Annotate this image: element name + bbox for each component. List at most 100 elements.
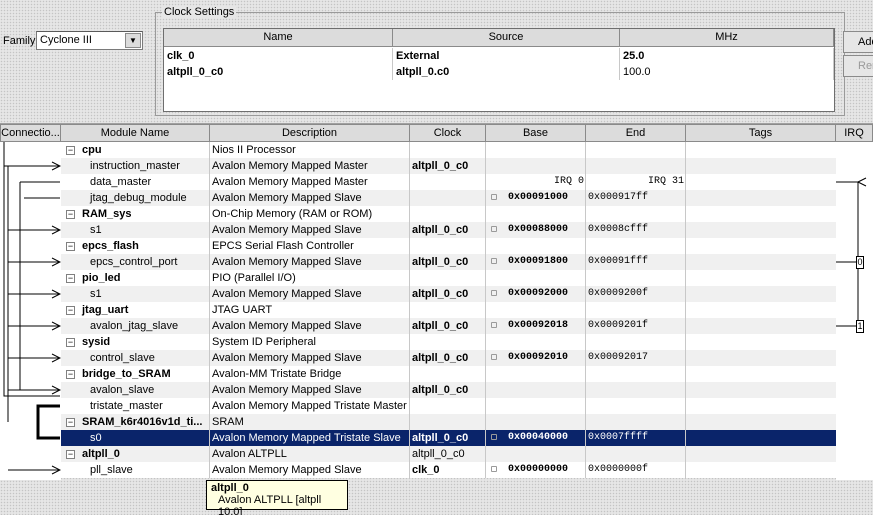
col-irq[interactable]: IRQ: [836, 124, 873, 142]
clock-col-source[interactable]: Source: [393, 29, 620, 47]
clock-row-mhz[interactable]: 25.0: [620, 48, 834, 64]
collapse-icon[interactable]: −: [66, 146, 75, 155]
interface-row[interactable]: avalon_slave Avalon Memory Mapped Slave al…: [61, 382, 836, 398]
base-cell: 0x00040000: [508, 432, 569, 443]
column-divider: [409, 190, 410, 206]
column-divider: [585, 222, 586, 238]
clock-col-mhz[interactable]: MHz: [620, 29, 834, 47]
clock-row-name[interactable]: clk_0: [164, 48, 393, 64]
collapse-icon[interactable]: −: [66, 338, 75, 347]
end-cell: 0x000917ff: [588, 192, 649, 203]
family-label: Family:: [3, 35, 39, 47]
clock-row-name[interactable]: altpll_0_c0: [164, 64, 393, 80]
interface-name-cell: tristate_master: [90, 400, 163, 412]
end-cell: [586, 398, 686, 414]
interface-name-cell: s1: [90, 224, 102, 236]
interface-row[interactable]: pll_slave Avalon Memory Mapped Slave clk_0…: [61, 462, 836, 478]
collapse-icon[interactable]: −: [66, 210, 75, 219]
column-divider: [209, 414, 210, 430]
interface-row[interactable]: data_master Avalon Memory Mapped Master IR…: [61, 174, 836, 190]
col-base[interactable]: Base: [486, 124, 586, 142]
module-row[interactable]: − epcs_flash EPCS Serial Flash Controller: [61, 238, 836, 254]
interface-row[interactable]: jtag_debug_module Avalon Memory Mapped Sl…: [61, 190, 836, 206]
column-divider: [685, 270, 686, 286]
clock-cell: altpll_0_c0: [412, 432, 469, 444]
lock-icon[interactable]: [491, 434, 497, 440]
column-divider: [209, 222, 210, 238]
module-name-cell: SRAM_k6r4016v1d_ti...: [82, 416, 203, 428]
col-clock[interactable]: Clock: [410, 124, 486, 142]
remove-clock-button[interactable]: Remove: [843, 55, 873, 77]
description-cell: Avalon Memory Mapped Slave: [212, 320, 362, 332]
col-end[interactable]: End: [586, 124, 686, 142]
column-divider: [209, 366, 210, 382]
clock-row-source[interactable]: External: [393, 48, 620, 64]
column-divider: [409, 366, 410, 382]
base-cell: 0x00000000: [508, 464, 569, 475]
column-divider: [409, 270, 410, 286]
column-divider: [409, 174, 410, 190]
collapse-icon[interactable]: −: [66, 242, 75, 251]
chevron-down-icon[interactable]: ▼: [125, 33, 141, 48]
lock-icon[interactable]: [491, 226, 497, 232]
clock-col-name[interactable]: Name: [164, 29, 393, 47]
col-description[interactable]: Description: [210, 124, 410, 142]
column-divider: [585, 174, 586, 190]
interface-row[interactable]: epcs_control_port Avalon Memory Mapped Sl…: [61, 254, 836, 270]
family-select[interactable]: Cyclone III ▼: [36, 31, 143, 50]
module-row[interactable]: − SRAM_k6r4016v1d_ti... SRAM: [61, 414, 836, 430]
module-row[interactable]: − pio_led PIO (Parallel I/O): [61, 270, 836, 286]
description-cell: Avalon Memory Mapped Master: [212, 160, 368, 172]
clock-cell: [410, 398, 486, 414]
collapse-icon[interactable]: −: [66, 274, 75, 283]
clock-row-mhz[interactable]: 100.0: [620, 64, 834, 80]
collapse-icon[interactable]: −: [66, 450, 75, 459]
column-divider: [585, 158, 586, 174]
interface-row[interactable]: s0 Avalon Memory Mapped Tristate Slave alt…: [61, 430, 836, 446]
module-row[interactable]: − bridge_to_SRAM Avalon-MM Tristate Bridge: [61, 366, 836, 382]
column-divider: [209, 334, 210, 350]
irq-badge[interactable]: 1: [856, 320, 864, 333]
lock-icon[interactable]: [491, 290, 497, 296]
column-divider: [409, 318, 410, 334]
lock-icon[interactable]: [491, 258, 497, 264]
module-row[interactable]: − jtag_uart JTAG UART: [61, 302, 836, 318]
interface-row[interactable]: s1 Avalon Memory Mapped Slave altpll_0_c0 0…: [61, 286, 836, 302]
clock-cell: [410, 302, 486, 318]
col-tags[interactable]: Tags: [686, 124, 836, 142]
end-cell: 0x00092017: [588, 352, 649, 363]
description-cell: JTAG UART: [212, 304, 273, 316]
end-cell: [586, 206, 686, 222]
col-connections[interactable]: Connectio...: [0, 124, 61, 142]
module-row[interactable]: − cpu Nios II Processor: [61, 142, 836, 158]
lock-icon[interactable]: [491, 354, 497, 360]
interface-row[interactable]: s1 Avalon Memory Mapped Slave altpll_0_c0 0…: [61, 222, 836, 238]
col-module-name[interactable]: Module Name: [61, 124, 210, 142]
end-cell: [586, 446, 686, 462]
column-divider: [209, 190, 210, 206]
lock-icon[interactable]: [491, 322, 497, 328]
column-divider: [485, 174, 486, 190]
column-divider: [209, 318, 210, 334]
end-cell: [586, 334, 686, 350]
column-divider: [685, 318, 686, 334]
irq-badge[interactable]: 0: [856, 256, 864, 269]
column-divider: [585, 398, 586, 414]
add-clock-button[interactable]: Add: [843, 31, 873, 53]
lock-icon[interactable]: [491, 194, 497, 200]
collapse-icon[interactable]: −: [66, 306, 75, 315]
column-divider: [585, 206, 586, 222]
collapse-icon[interactable]: −: [66, 418, 75, 427]
collapse-icon[interactable]: −: [66, 370, 75, 379]
end-cell: [586, 414, 686, 430]
module-row[interactable]: − sysid System ID Peripheral: [61, 334, 836, 350]
interface-row[interactable]: control_slave Avalon Memory Mapped Slave a…: [61, 350, 836, 366]
interface-row[interactable]: avalon_jtag_slave Avalon Memory Mapped Sl…: [61, 318, 836, 334]
interface-name-cell: control_slave: [90, 352, 155, 364]
clock-row-source[interactable]: altpll_0.c0: [393, 64, 620, 80]
lock-icon[interactable]: [491, 466, 497, 472]
interface-row[interactable]: tristate_master Avalon Memory Mapped Tris…: [61, 398, 836, 414]
module-row[interactable]: − RAM_sys On-Chip Memory (RAM or ROM): [61, 206, 836, 222]
interface-row[interactable]: instruction_master Avalon Memory Mapped M…: [61, 158, 836, 174]
module-row[interactable]: − altpll_0 Avalon ALTPLL altpll_0_c0: [61, 446, 836, 462]
